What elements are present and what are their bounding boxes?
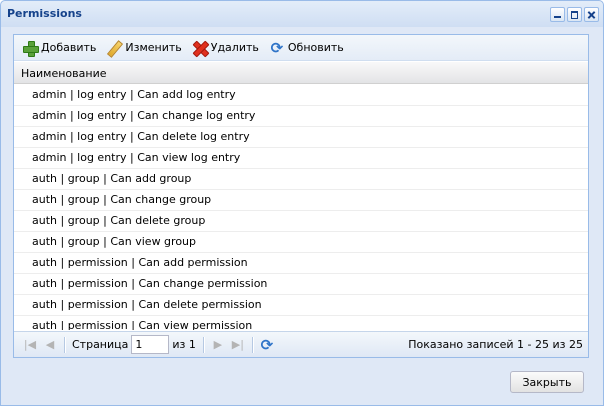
table-row[interactable]: auth | permission | Can delete permissio… bbox=[14, 295, 588, 316]
edit-button-label: Изменить bbox=[125, 41, 182, 54]
maximize-icon[interactable] bbox=[567, 7, 582, 22]
close-icon[interactable] bbox=[584, 7, 599, 22]
pager-separator bbox=[251, 336, 253, 353]
window-title: Permissions bbox=[7, 7, 82, 20]
delete-button-label: Удалить bbox=[210, 41, 259, 54]
column-header-name[interactable]: Наименование bbox=[14, 62, 588, 84]
close-button-label: Закрыть bbox=[522, 375, 572, 389]
edit-button[interactable]: Изменить bbox=[102, 38, 185, 58]
refresh-icon: ⟳ bbox=[270, 38, 284, 57]
table-row[interactable]: auth | group | Can change group bbox=[14, 190, 588, 211]
close-button[interactable]: Закрыть bbox=[510, 371, 584, 393]
plus-icon bbox=[22, 40, 39, 57]
table-row[interactable]: auth | group | Can add group bbox=[14, 169, 588, 190]
column-header-label: Наименование bbox=[21, 67, 107, 80]
add-button[interactable]: Добавить bbox=[18, 38, 100, 58]
paging-info: Показано записей 1 - 25 из 25 bbox=[408, 338, 583, 351]
grid-body: admin | log entry | Can add log entry ad… bbox=[14, 85, 588, 330]
delete-button[interactable]: Удалить bbox=[188, 38, 263, 58]
table-row[interactable]: admin | log entry | Can view log entry bbox=[14, 148, 588, 169]
refresh-button-label: Обновить bbox=[287, 41, 344, 54]
window-tools bbox=[550, 7, 599, 22]
pencil-icon bbox=[106, 40, 122, 56]
last-page-icon[interactable]: ▶| bbox=[228, 336, 248, 354]
next-page-icon[interactable]: ▶ bbox=[208, 336, 228, 354]
page-label: Страница bbox=[72, 338, 129, 351]
pager-separator bbox=[64, 336, 65, 353]
window-titlebar[interactable]: Permissions bbox=[1, 1, 603, 27]
table-row[interactable]: auth | permission | Can change permissio… bbox=[14, 274, 588, 295]
delete-x-icon bbox=[192, 40, 208, 56]
refresh-button[interactable]: ⟳ Обновить bbox=[265, 38, 348, 58]
table-row[interactable]: auth | permission | Can add permission bbox=[14, 253, 588, 274]
table-row[interactable]: admin | log entry | Can change log entry bbox=[14, 106, 588, 127]
table-row[interactable]: admin | log entry | Can add log entry bbox=[14, 85, 588, 106]
minimize-icon[interactable] bbox=[550, 7, 565, 22]
add-button-label: Добавить bbox=[41, 41, 97, 54]
paging-toolbar: |◀ ◀ Страница из 1 ▶ ▶| ⟳ Показано запис… bbox=[14, 331, 588, 357]
page-number-input[interactable] bbox=[131, 335, 170, 354]
permissions-grid-panel: Добавить Изменить Удалить ⟳ Обновить Наи… bbox=[13, 34, 589, 358]
table-row[interactable]: auth | group | Can delete group bbox=[14, 211, 588, 232]
permissions-window: Permissions Добавить Изменить Удалить ⟳ … bbox=[0, 0, 604, 406]
prev-page-icon[interactable]: ◀ bbox=[40, 336, 60, 354]
first-page-icon[interactable]: |◀ bbox=[20, 336, 40, 354]
table-row[interactable]: auth | group | Can view group bbox=[14, 232, 588, 253]
table-row[interactable]: auth | permission | Can view permission bbox=[14, 316, 588, 330]
table-row[interactable]: admin | log entry | Can delete log entry bbox=[14, 127, 588, 148]
grid-toolbar: Добавить Изменить Удалить ⟳ Обновить bbox=[14, 35, 588, 61]
page-count-label: из 1 bbox=[172, 338, 196, 351]
pager-refresh-icon[interactable]: ⟳ bbox=[257, 336, 277, 354]
pager-separator bbox=[202, 336, 204, 353]
